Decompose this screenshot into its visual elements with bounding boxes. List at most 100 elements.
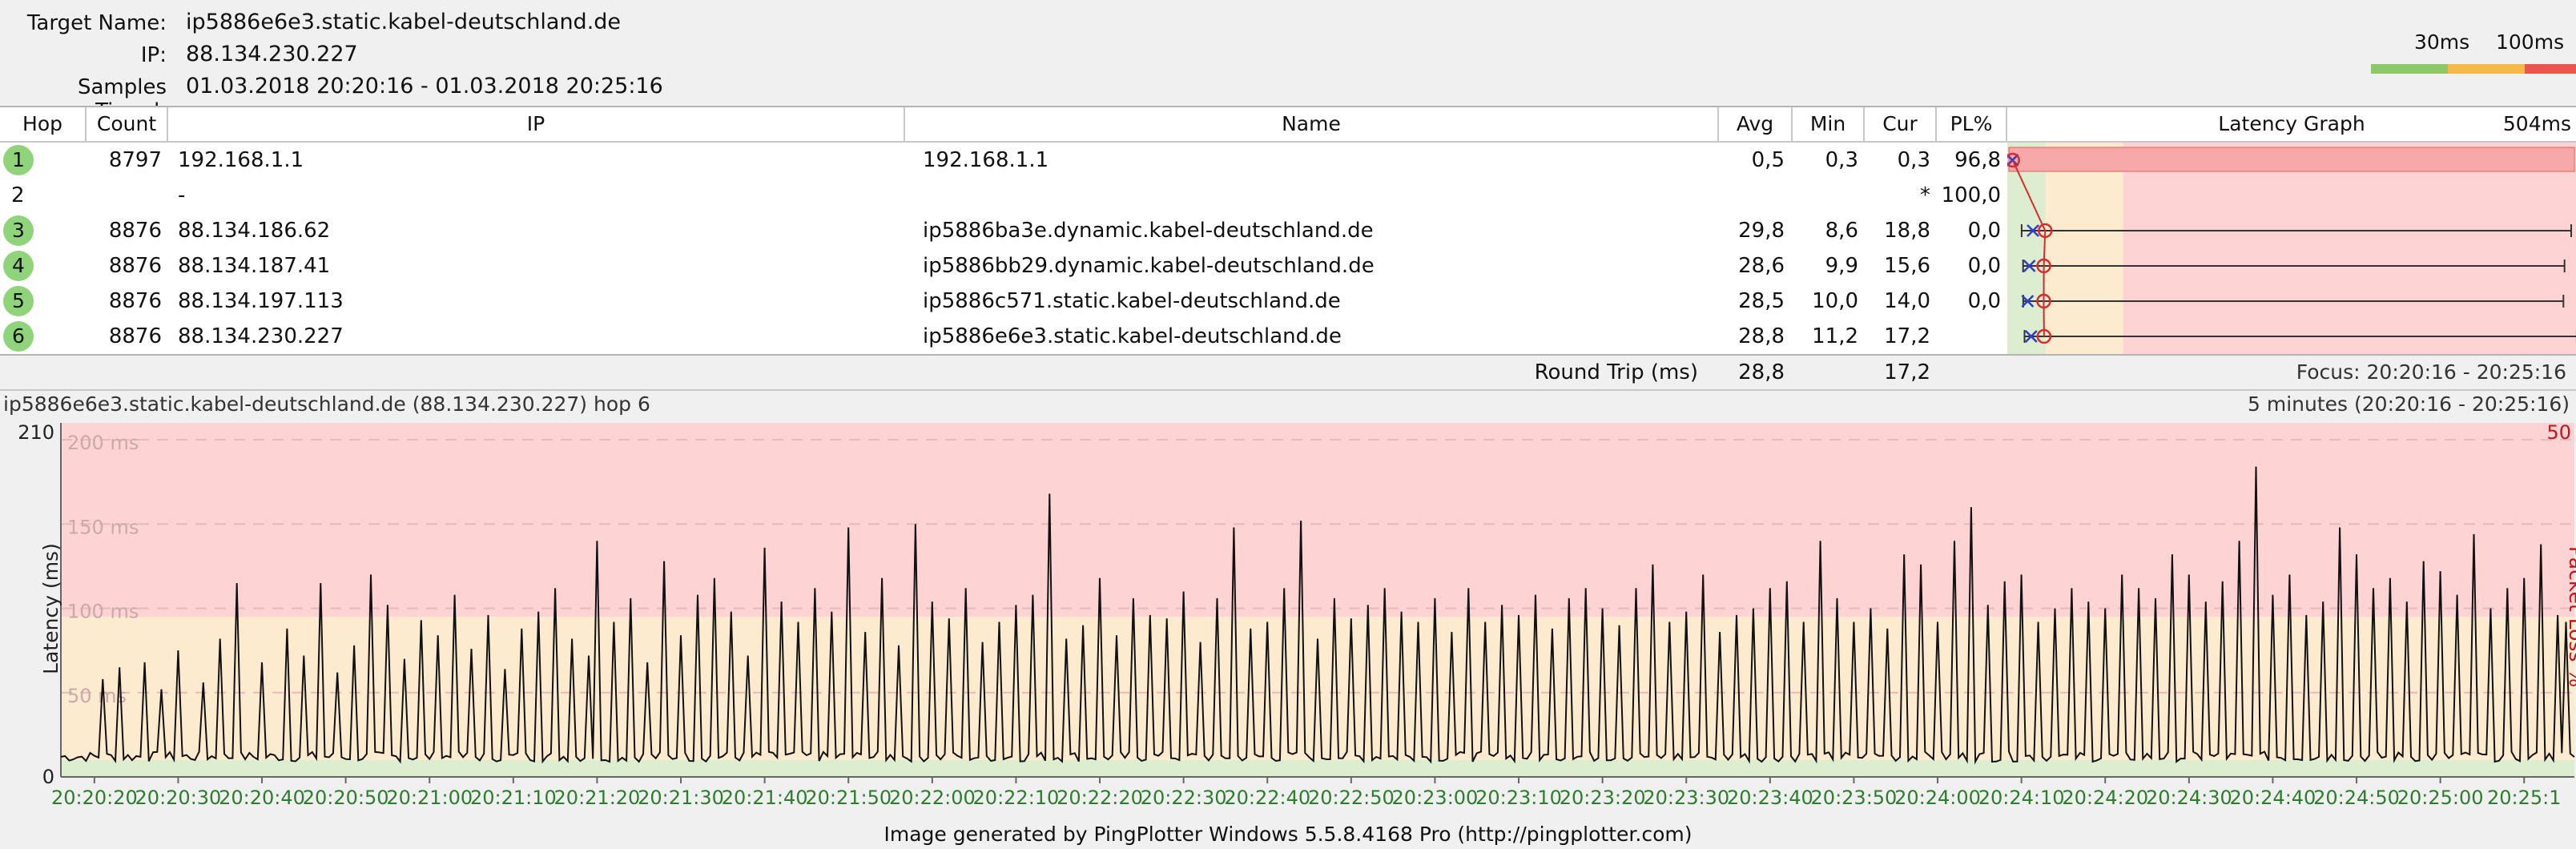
hop-pl: 0,0 — [1967, 219, 2001, 243]
scale-red-bar — [2525, 64, 2576, 74]
chart-zone — [61, 423, 2574, 618]
focus-range: Focus: 20:20:16 - 20:25:16 — [2296, 360, 2566, 384]
x-tick-label: 20:22:00 — [889, 787, 976, 809]
hop-pl — [1937, 319, 2001, 354]
x-tick-label: 20:24:30 — [2146, 787, 2232, 809]
hop-row[interactable]: 2 - * 100,0 — [0, 178, 2007, 213]
hop-cur: * — [1920, 183, 1930, 207]
x-tick-label: 20:22:10 — [973, 787, 1060, 809]
y2-tick-max: 50 — [2546, 421, 2571, 444]
graph-zone-green — [2007, 143, 2046, 354]
y-tick-max: 210 — [18, 421, 54, 444]
hop-avg: 28,8 — [1738, 324, 1785, 348]
col-avg-header[interactable]: Avg — [1719, 107, 1793, 141]
x-tick-label: 20:23:50 — [1811, 787, 1898, 809]
hop-number-badge: 4 — [3, 251, 34, 281]
x-tick-label: 20:24:10 — [1978, 787, 2065, 809]
x-tick-label: 20:23:40 — [1727, 787, 1813, 809]
x-tick-label: 20:23:30 — [1643, 787, 1729, 809]
hop-min: 10,0 — [1812, 289, 1858, 313]
samples-timed-value: 01.03.2018 20:20:16 - 01.03.2018 20:25:1… — [186, 74, 663, 99]
x-tick-label: 20:21:00 — [386, 787, 473, 809]
hop-count — [87, 178, 162, 213]
hop-count: 8876 — [108, 219, 162, 243]
col-count-header[interactable]: Count — [87, 107, 168, 141]
x-tick-label: 20:24:00 — [1894, 787, 1981, 809]
round-trip-footer: Round Trip (ms) 28,8 17,2 Focus: 20:20:1… — [0, 356, 2576, 389]
hop-avg: 0,5 — [1751, 148, 1785, 172]
hop-ip: 192.168.1.1 — [178, 148, 304, 172]
hop-row[interactable]: 4 8876 88.134.187.41 ip5886bb29.dynamic.kab… — [0, 248, 2007, 284]
hop-avg: 28,6 — [1738, 254, 1785, 278]
x-tick-label: 20:23:20 — [1560, 787, 1646, 809]
pingplotter-window: { "target": { "name_label": "Target Name… — [0, 0, 2576, 849]
latency-graph-panel — [2007, 143, 2576, 354]
hop-ip: 88.134.230.227 — [178, 324, 344, 348]
y2-axis-label: Packet Loss % — [2565, 546, 2576, 687]
latency-history-chart[interactable]: 200 ms150 ms100 ms50 ms20:20:2020:20:302… — [0, 416, 2576, 820]
col-pl-header[interactable]: PL% — [1937, 107, 2007, 141]
hop-row[interactable]: 6 8876 88.134.230.227 ip5886e6e3.static.kab… — [0, 319, 2007, 354]
target-ip-value: 88.134.230.227 — [186, 42, 358, 66]
hop-name: ip5886e6e3.static.kabel-deutschland.de — [923, 324, 1342, 348]
x-tick-label: 20:24:40 — [2230, 787, 2316, 809]
col-min-header[interactable]: Min — [1793, 107, 1865, 141]
hop-pl: 96,8 — [1954, 148, 2001, 172]
hop-name: ip5886c571.static.kabel-deutschland.de — [923, 289, 1341, 313]
x-tick-label: 20:20:50 — [303, 787, 389, 809]
x-tick-label: 20:22:20 — [1057, 787, 1143, 809]
graph-zone-red — [2123, 143, 2576, 354]
hop-number-badge: 5 — [3, 286, 34, 316]
y-tick-zero: 0 — [42, 766, 54, 788]
hop-min: 0,3 — [1825, 148, 1858, 172]
col-graph-header[interactable]: Latency Graph 504ms — [2007, 107, 2576, 141]
band-label: 200 ms — [67, 432, 139, 454]
round-trip-avg: 28,8 — [1738, 360, 1785, 384]
hop1-loss-bar — [2008, 147, 2575, 172]
col-cur-header[interactable]: Cur — [1865, 107, 1937, 141]
hop-avg: 28,5 — [1738, 289, 1785, 313]
hop-count: 8876 — [108, 254, 162, 278]
hop-cur: 17,2 — [1884, 324, 1930, 348]
hop-row[interactable]: 5 8876 88.134.197.113 ip5886c571.static.kab… — [0, 284, 2007, 319]
hop-min — [1793, 178, 1858, 213]
x-tick-label: 20:20:20 — [51, 787, 138, 809]
round-trip-cur: 17,2 — [1884, 360, 1930, 384]
col-hop-header[interactable]: Hop — [0, 107, 87, 141]
graph-zone-orange — [2045, 143, 2123, 354]
hop-cur: 14,0 — [1884, 289, 1930, 313]
hop-cur: 18,8 — [1884, 219, 1930, 243]
hop-ip: 88.134.197.113 — [178, 289, 344, 313]
col-name-header[interactable]: Name — [905, 107, 1719, 141]
hop-ip: 88.134.186.62 — [178, 219, 331, 243]
target-ip-label: IP: — [140, 43, 167, 67]
x-tick-label: 20:24:20 — [2062, 787, 2148, 809]
x-tick-label: 20:20:40 — [219, 787, 305, 809]
hop-row[interactable]: 3 8876 88.134.186.62 ip5886ba3e.dynamic.kab… — [0, 213, 2007, 248]
hop-min: 9,9 — [1825, 254, 1858, 278]
chart-zone — [61, 759, 2574, 777]
scale-green-bar — [2371, 64, 2448, 74]
hop-row[interactable]: 1 8797 192.168.1.1 192.168.1.1 0,5 0,3 0,3 96,8 — [0, 143, 2007, 178]
hop-cur: 15,6 — [1884, 254, 1930, 278]
x-tick-label: 20:22:50 — [1308, 787, 1395, 809]
band-label: 100 ms — [67, 601, 139, 623]
x-tick-label: 20:21:30 — [638, 787, 724, 809]
hop-pl: 100,0 — [1941, 183, 2001, 207]
hop-cur: 0,3 — [1897, 148, 1930, 172]
hop-avg: 29,8 — [1738, 219, 1785, 243]
x-tick-label: 20:22:30 — [1141, 787, 1227, 809]
hop-count: 8876 — [108, 324, 162, 348]
col-ip-header[interactable]: IP — [168, 107, 905, 141]
hop-ip: - — [178, 183, 186, 207]
hop-number: 2 — [11, 183, 25, 207]
x-tick-label: 20:23:10 — [1475, 787, 1562, 809]
chart-title: ip5886e6e3.static.kabel-deutschland.de (… — [3, 392, 650, 416]
hop-ip: 88.134.187.41 — [178, 254, 331, 278]
hop-number-badge: 1 — [3, 145, 34, 175]
hop-name — [923, 178, 1708, 213]
round-trip-label: Round Trip (ms) — [1534, 360, 1698, 384]
band-label: 150 ms — [67, 516, 139, 538]
hop-min: 11,2 — [1812, 324, 1858, 348]
x-tick-label: 20:21:10 — [470, 787, 557, 809]
